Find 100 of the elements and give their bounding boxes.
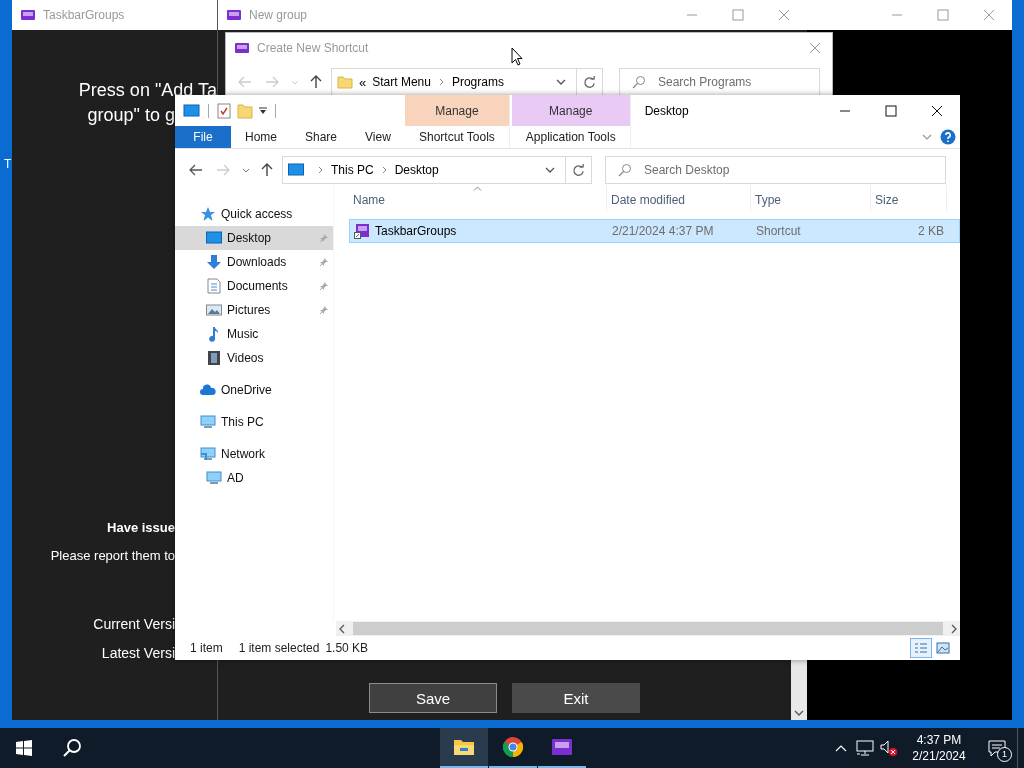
folder-icon[interactable] (237, 102, 253, 119)
breadcrumb[interactable]: Start Menu (372, 75, 431, 89)
breadcrumb[interactable]: Desktop (394, 163, 439, 177)
sidebar-item[interactable]: This PC (175, 410, 333, 434)
large-icons-icon (936, 642, 950, 654)
close-icon (809, 42, 821, 54)
file-menu-tab[interactable]: File (175, 126, 231, 148)
date-cell-text: 2/21/2024 4:37 PM (611, 224, 715, 238)
pin-icon[interactable] (319, 233, 329, 243)
close-icon (983, 9, 995, 21)
help-icon[interactable] (940, 129, 956, 145)
column-header[interactable]: Type (751, 185, 871, 211)
shortcut-icon (354, 223, 370, 239)
app-icon (234, 40, 250, 56)
breadcrumb[interactable]: This PC (331, 163, 374, 177)
caret-icon (291, 79, 299, 85)
horizontal-scrollbar[interactable] (336, 621, 960, 636)
dropdown-icon (556, 79, 566, 85)
details-view-button[interactable] (910, 638, 932, 658)
sidebar-item[interactable]: Quick access (175, 202, 333, 226)
breadcrumb[interactable]: Programs (451, 75, 504, 89)
picture-icon (206, 302, 222, 318)
search-icon (62, 738, 82, 758)
cloud-icon (200, 382, 216, 398)
down-arrow-icon (206, 254, 222, 270)
checklist-icon[interactable] (217, 102, 231, 119)
chevron-icon (381, 166, 387, 174)
column-header[interactable]: Date modified (607, 185, 751, 211)
ribbon-tab[interactable]: Shortcut Tools (405, 126, 509, 148)
selection-count: 1 item selected (238, 641, 320, 655)
search-icon (618, 163, 632, 177)
version-label: Latest Versi (101, 644, 175, 662)
sidebar-item[interactable]: Network (175, 442, 333, 466)
film-icon (206, 350, 222, 366)
chevron-up-icon (835, 744, 847, 752)
pin-icon[interactable] (319, 281, 329, 291)
context-tab-header: Manage (511, 95, 630, 126)
details-icon (914, 642, 928, 654)
monitor-icon (206, 230, 222, 246)
issues-heading: Have issue (107, 520, 175, 536)
sidebar-item[interactable]: Downloads (175, 250, 333, 274)
window-title: New group (249, 8, 308, 22)
muted-speaker-icon (880, 740, 898, 756)
scroll-thumb[interactable] (353, 622, 943, 635)
star-icon (200, 206, 216, 222)
pin-icon[interactable] (319, 257, 329, 267)
issues-text: Please report them to (50, 548, 175, 564)
size-cell-text: 2 KB (917, 224, 945, 238)
dropdown-icon (545, 167, 555, 173)
ribbon-tab[interactable]: View (351, 126, 405, 148)
taskbar-app[interactable] (440, 728, 488, 768)
sidebar-item[interactable]: Music (175, 322, 333, 346)
item-count: 1 item (190, 641, 223, 655)
windows-logo-icon (16, 740, 32, 756)
scroll-left-icon (339, 623, 345, 634)
sidebar-item[interactable]: Pictures (175, 298, 333, 322)
version-label: Current Versi (93, 615, 175, 633)
sidebar-item[interactable]: AD (175, 466, 333, 490)
context-tab-header: Manage (405, 95, 509, 126)
forward-arrow-icon (265, 76, 279, 88)
caret-icon[interactable] (259, 106, 267, 115)
overflow-chevron[interactable]: « (359, 74, 367, 90)
search-icon (632, 75, 646, 89)
network-icon (856, 740, 874, 756)
sidebar-item[interactable]: Videos (175, 346, 333, 370)
computer-icon (200, 414, 216, 430)
dialog-button[interactable]: Save (369, 683, 497, 713)
address-bar[interactable]: This PC Desktop (282, 156, 592, 184)
window-title: Create New Shortcut (257, 41, 369, 55)
desktop-icon-label: T (4, 157, 12, 171)
ribbon-tab[interactable]: Home (231, 126, 291, 148)
back-arrow-icon (189, 164, 203, 176)
sidebar-item[interactable]: Desktop (175, 226, 333, 250)
vertical-scrollbar[interactable] (791, 660, 807, 720)
notifications-button[interactable]: 1 (977, 728, 1017, 768)
computer-icon (206, 470, 222, 486)
refresh-icon (572, 163, 585, 177)
search-field[interactable]: Search Programs (619, 68, 820, 96)
dialog-button[interactable]: Exit (512, 683, 640, 713)
sidebar-item[interactable]: Documents (175, 274, 333, 298)
file-name: TaskbarGroups (350, 223, 608, 239)
pin-icon[interactable] (319, 305, 329, 315)
column-header[interactable]: Size (871, 185, 947, 211)
search-field[interactable]: Search Desktop (605, 156, 946, 184)
caret-icon (242, 167, 250, 173)
close-icon (778, 9, 790, 21)
network-icon (200, 446, 216, 462)
clock[interactable]: 4:37 PM 2/21/2024 (901, 728, 977, 768)
monitor-icon (183, 103, 200, 118)
ribbon-tab[interactable]: Application Tools (511, 126, 630, 148)
ribbon-tab[interactable]: Share (291, 126, 352, 148)
expand-ribbon-icon[interactable] (922, 134, 932, 140)
file-row[interactable]: TaskbarGroups 2/21/2024 4:37 PM Shortcut 2 KB (349, 219, 960, 243)
back-arrow-icon (238, 76, 252, 88)
app-icon (226, 7, 242, 23)
column-header[interactable]: Name (349, 185, 607, 211)
sidebar-item[interactable]: OneDrive (175, 378, 333, 402)
scroll-right-icon (951, 623, 957, 634)
maximize-icon (732, 9, 744, 21)
maximize-icon (885, 104, 897, 117)
